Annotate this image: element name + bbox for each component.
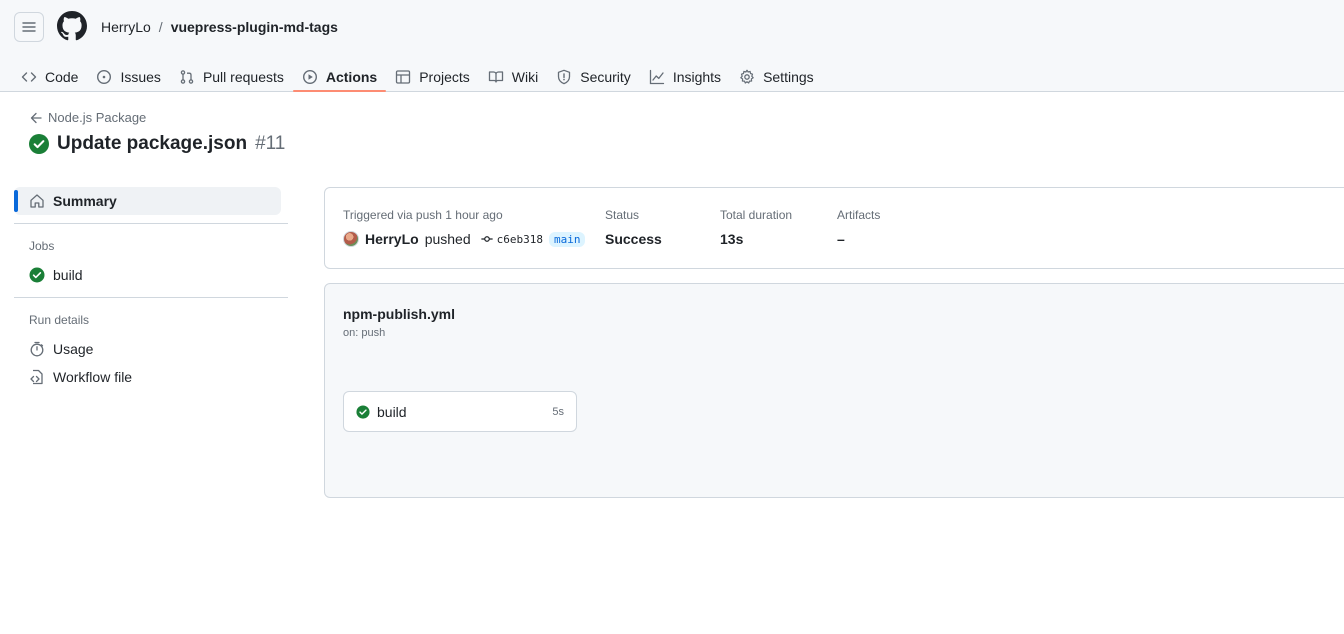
- tab-label: Pull requests: [202, 69, 284, 85]
- tab-label: Wiki: [511, 69, 539, 85]
- duration-label: Total duration: [720, 208, 793, 222]
- tab-projects[interactable]: Projects: [386, 52, 479, 92]
- commit-sha: c6eb318: [496, 232, 543, 246]
- tab-settings[interactable]: Settings: [730, 52, 823, 92]
- run-sidebar: Summary Jobs build Run details Usage Wor…: [14, 187, 288, 391]
- commit-link[interactable]: c6eb318: [481, 233, 543, 246]
- tab-label: Settings: [763, 69, 814, 85]
- workflow-file-name: npm-publish.yml: [343, 306, 455, 322]
- table-icon: [396, 70, 411, 84]
- run-details-heading: Run details: [29, 313, 90, 327]
- breadcrumb: HerryLo / vuepress-plugin-md-tags: [101, 19, 338, 35]
- run-title-text: Update package.json: [57, 133, 248, 154]
- branch-badge[interactable]: main: [548, 231, 586, 247]
- tab-label: Security: [580, 69, 631, 85]
- run-number: #11: [255, 133, 286, 154]
- tab-label: Projects: [419, 69, 470, 85]
- tab-label: Code: [45, 69, 79, 85]
- job-name: build: [377, 403, 407, 420]
- back-to-workflow-link[interactable]: Node.js Package: [30, 110, 146, 125]
- tab-issues[interactable]: Issues: [87, 52, 169, 92]
- issue-icon: [97, 69, 112, 85]
- duration-value: 13s: [720, 231, 744, 247]
- artifacts-info: Artifacts –: [837, 208, 880, 247]
- github-logo-icon[interactable]: [57, 11, 87, 41]
- workflow-name: Node.js Package: [48, 110, 147, 125]
- tab-security[interactable]: Security: [547, 52, 640, 92]
- breadcrumb-separator: /: [158, 19, 163, 35]
- job-duration: 5s: [552, 405, 564, 418]
- sidebar-item-job-build[interactable]: build: [14, 261, 288, 289]
- artifacts-value: –: [837, 231, 845, 247]
- tab-label: Insights: [672, 69, 722, 85]
- menu-button[interactable]: [14, 12, 44, 42]
- sidebar-item-label: Workflow file: [53, 369, 133, 385]
- check-circle-fill-icon: [356, 404, 370, 419]
- check-circle-fill-icon: [29, 134, 49, 154]
- duration-info: Total duration 13s: [720, 208, 792, 247]
- tab-label: Actions: [325, 69, 378, 85]
- sidebar-item-summary[interactable]: Summary: [14, 187, 281, 215]
- stopwatch-icon: [30, 341, 44, 357]
- check-circle-fill-icon: [29, 267, 45, 283]
- tab-code[interactable]: Code: [12, 52, 87, 92]
- workflow-trigger: on: push: [343, 327, 386, 339]
- graph-icon: [649, 69, 664, 85]
- repo-header: HerryLo / vuepress-plugin-md-tags Code I…: [0, 0, 1344, 92]
- trigger-info: Triggered via push 1 hour ago HerryLo pu…: [343, 208, 586, 247]
- jobs-heading: Jobs: [29, 239, 55, 253]
- sidebar-item-workflow-file[interactable]: Workflow file: [14, 363, 288, 391]
- home-icon: [30, 194, 44, 208]
- actor-link[interactable]: HerryLo: [365, 231, 419, 247]
- pull-request-icon: [180, 70, 194, 84]
- artifacts-label: Artifacts: [837, 208, 881, 222]
- sidebar-item-label: Usage: [53, 341, 94, 357]
- status-info: Status Success: [605, 208, 662, 247]
- repo-owner-link[interactable]: HerryLo: [101, 19, 151, 35]
- page-title: Update package.json #11: [29, 133, 285, 155]
- book-icon: [488, 71, 503, 83]
- code-icon: [21, 72, 37, 82]
- avatar[interactable]: [343, 231, 359, 247]
- tab-wiki[interactable]: Wiki: [479, 52, 547, 92]
- run-summary-card: Triggered via push 1 hour ago HerryLo pu…: [324, 187, 1344, 269]
- job-node-build[interactable]: build 5s: [343, 391, 577, 432]
- action-text: pushed: [424, 231, 471, 247]
- repo-name-link[interactable]: vuepress-plugin-md-tags: [171, 19, 338, 35]
- git-commit-icon: [481, 236, 493, 242]
- repo-nav-tabs: Code Issues Pull requests Actions Projec…: [12, 52, 823, 92]
- tab-pull-requests[interactable]: Pull requests: [170, 52, 293, 92]
- file-code-icon: [30, 369, 43, 385]
- sidebar-item-label: build: [53, 267, 83, 283]
- sidebar-item-usage[interactable]: Usage: [14, 335, 288, 363]
- tab-insights[interactable]: Insights: [640, 52, 730, 92]
- sidebar-item-label: Summary: [53, 193, 117, 209]
- status-value: Success: [605, 231, 662, 247]
- play-icon: [302, 69, 317, 85]
- arrow-left-icon: [30, 112, 42, 123]
- gear-icon: [740, 69, 754, 84]
- status-label: Status: [605, 208, 640, 222]
- workflow-graph: npm-publish.yml on: push build 5s: [324, 283, 1344, 498]
- hamburger-icon: [22, 22, 36, 32]
- shield-icon: [558, 69, 571, 85]
- tab-actions[interactable]: Actions: [292, 52, 387, 92]
- tab-label: Issues: [120, 69, 161, 85]
- triggered-label: Triggered via push 1 hour ago: [343, 208, 503, 222]
